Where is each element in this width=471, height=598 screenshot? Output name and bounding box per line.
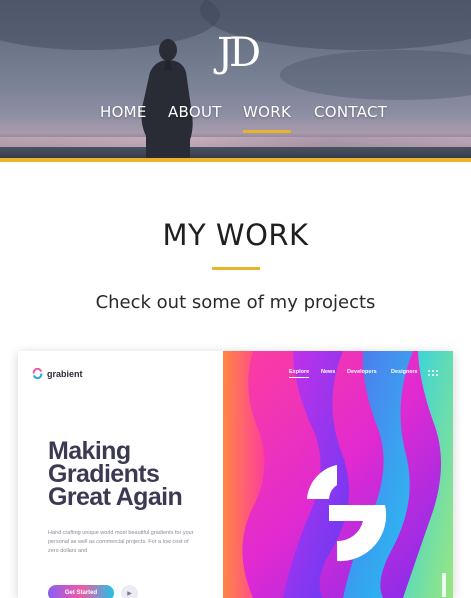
horizon-glow (0, 137, 471, 147)
mini-nav-developers[interactable]: Developers (347, 369, 377, 375)
grid-dots-icon[interactable] (427, 369, 439, 377)
nav-about[interactable]: ABOUT (168, 103, 222, 121)
grabient-logo-icon (32, 368, 43, 379)
main-nav: HOME ABOUT WORK CONTACT (0, 103, 471, 133)
header-accent-bar (0, 158, 471, 162)
section-title: MY WORK (162, 218, 309, 252)
mini-nav-explore[interactable]: Explore (289, 369, 310, 378)
project-description: Hand crafting unique world most beautifu… (48, 530, 194, 554)
mini-nav-news[interactable]: News (321, 369, 335, 375)
hero-header: JD HOME ABOUT WORK CONTACT (0, 0, 471, 162)
title-underline (212, 267, 260, 270)
vertical-label (442, 573, 446, 597)
section-subtitle: Check out some of my projects (95, 292, 376, 313)
headline-line: Great Again (48, 483, 183, 511)
project-headline: Making Gradients Great Again (48, 439, 218, 511)
person-silhouette (141, 39, 193, 162)
grabient-big-logo-icon (307, 465, 387, 562)
logo[interactable]: JD (205, 28, 269, 76)
cloud-shape (280, 50, 471, 100)
project-card-grabient[interactable]: grabient Making Gradients Great Again Ha… (18, 351, 453, 598)
nav-home[interactable]: HOME (100, 103, 147, 121)
logo-text: JD (213, 30, 259, 76)
mini-nav-designers[interactable]: Designers (391, 369, 418, 375)
project-card-gradient-art: Explore News Developers Designers (223, 351, 453, 598)
project-card-left-panel: grabient Making Gradients Great Again Ha… (18, 351, 223, 598)
play-button[interactable]: ▶ (121, 585, 138, 598)
get-started-button[interactable]: Get Started (48, 585, 114, 598)
nav-contact[interactable]: CONTACT (314, 103, 387, 121)
project-brand: grabient (32, 368, 83, 379)
project-brand-name: grabient (47, 368, 83, 379)
project-mini-nav: Explore News Developers Designers (223, 369, 453, 381)
play-icon: ▶ (127, 591, 132, 597)
nav-work[interactable]: WORK (243, 103, 292, 133)
